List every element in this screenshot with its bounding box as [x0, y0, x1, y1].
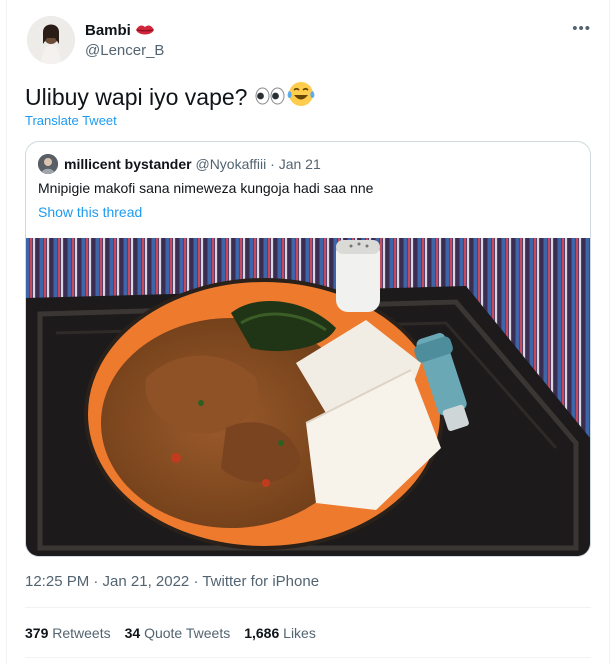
engagement-stats: 379 Retweets 34 Quote Tweets 1,686 Likes [25, 625, 316, 641]
quoted-date: Jan 21 [278, 156, 321, 172]
translate-tweet-link[interactable]: Translate Tweet [25, 113, 117, 128]
likes-count: 1,686 [244, 625, 280, 641]
quoted-author-name: millicent bystander [64, 156, 192, 172]
likes-label: Likes [283, 625, 316, 641]
quoted-tweet-header: millicent bystander @Nyokaffiii · Jan 21 [64, 156, 321, 172]
tweet-card: Bambi @Lencer_B ••• Ulibuy wapi iyo vape… [6, 0, 610, 664]
quote-tweets-label: Quote Tweets [144, 625, 231, 641]
author-avatar[interactable] [27, 16, 75, 64]
divider [25, 607, 591, 608]
quoted-author-handle: @Nyokaffiii [195, 156, 267, 172]
quoted-author-avatar [38, 154, 58, 174]
joy-emoji-icon [287, 80, 315, 114]
retweets-stat[interactable]: 379 Retweets [25, 625, 111, 641]
author-handle[interactable]: @Lencer_B [85, 42, 164, 59]
quoted-tweet[interactable]: millicent bystander @Nyokaffiii · Jan 21… [25, 141, 591, 557]
more-options-button[interactable]: ••• [572, 20, 591, 37]
retweets-count: 379 [25, 625, 49, 641]
retweets-label: Retweets [52, 625, 111, 641]
tweet-timestamp[interactable]: 12:25 PM · Jan 21, 2022 · Twitter for iP… [25, 573, 319, 590]
eyes-emoji-icon [255, 84, 285, 111]
tweet-text: Ulibuy wapi iyo vape? [25, 83, 248, 110]
tweet-body: Ulibuy wapi iyo vape? [25, 80, 315, 114]
quoted-separator: · [270, 156, 275, 172]
lips-emoji-icon [135, 21, 155, 44]
divider [25, 657, 591, 658]
show-thread-link[interactable]: Show this thread [38, 204, 142, 220]
quoted-tweet-text: Mnipigie makofi sana nimeweza kungoja ha… [38, 180, 374, 196]
quoted-tweet-image[interactable] [26, 238, 590, 556]
quote-tweets-stat[interactable]: 34 Quote Tweets [125, 625, 231, 641]
quote-tweets-count: 34 [124, 625, 141, 641]
likes-stat[interactable]: 1,686 Likes [244, 625, 316, 641]
author-name[interactable]: Bambi [85, 22, 131, 39]
